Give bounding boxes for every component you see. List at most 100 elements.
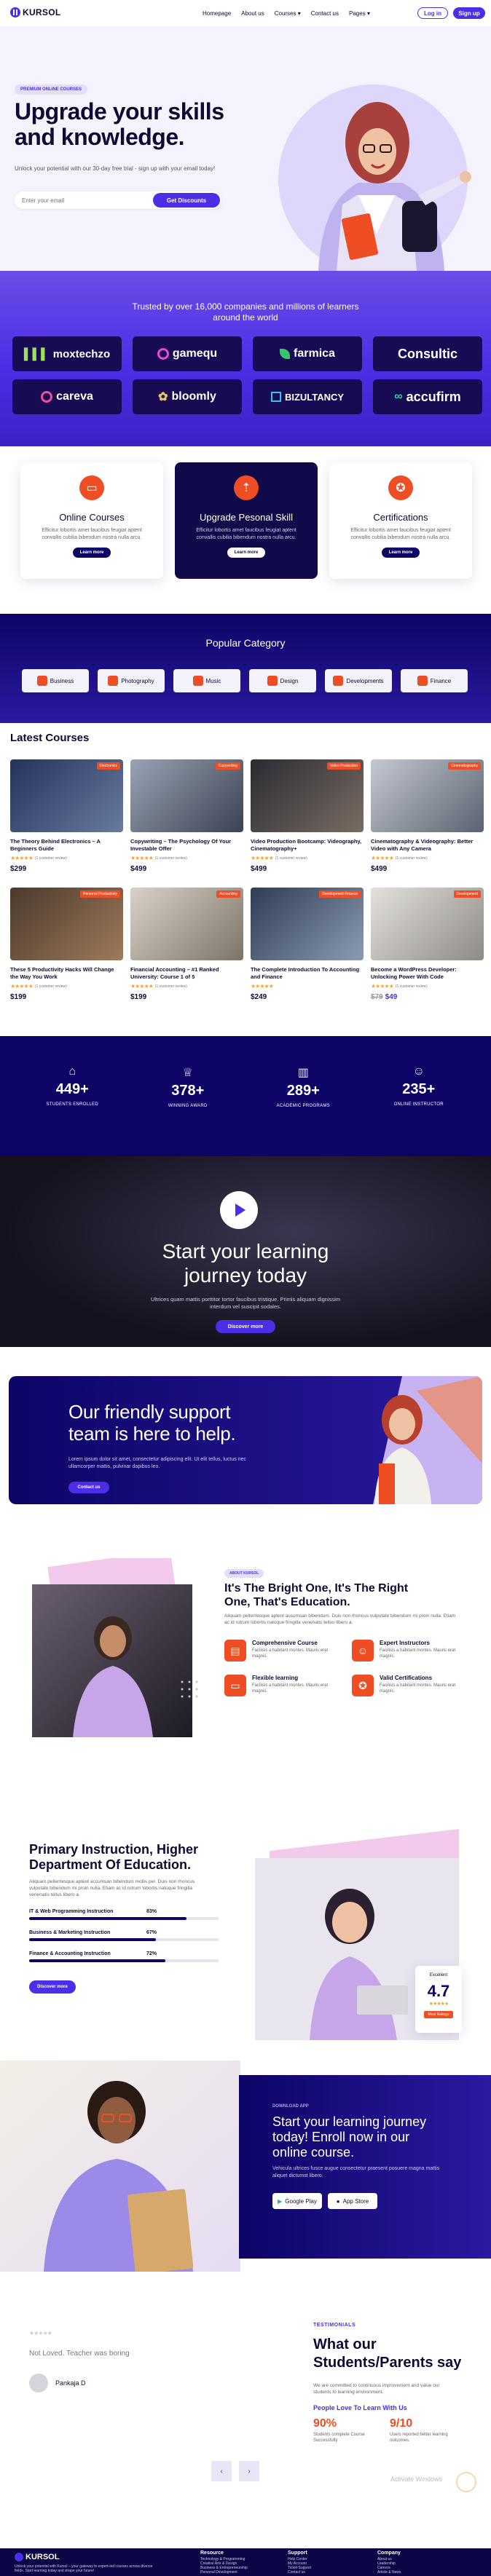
arrow-left-icon: ‹ bbox=[220, 2467, 223, 2476]
email-input[interactable] bbox=[22, 195, 146, 205]
course-old-price: $79 bbox=[371, 993, 383, 1001]
stat-value: 289+ bbox=[286, 1083, 320, 1099]
support-banner: Our friendly support team is here to hel… bbox=[9, 1376, 482, 1504]
course-card[interactable]: Development Become a WordPress Developer… bbox=[371, 888, 484, 1001]
review-count: (1 customer review) bbox=[34, 856, 67, 861]
about-section: ABOUT KURSOL It's The Bright One, It's T… bbox=[0, 1536, 491, 1820]
course-title[interactable]: These 5 Productivity Hacks Will Change t… bbox=[10, 966, 123, 981]
signup-button[interactable]: Sign up bbox=[453, 7, 485, 19]
logo[interactable]: KURSOL bbox=[10, 7, 60, 17]
google-play-button[interactable]: ▶ Google Play bbox=[272, 2193, 322, 2209]
course-card[interactable]: Cinematography Cinematography & Videogra… bbox=[371, 759, 484, 873]
category-music[interactable]: Music bbox=[173, 669, 240, 692]
nav-courses[interactable]: Courses ▾ bbox=[275, 10, 301, 17]
footer-logo[interactable]: KURSOL bbox=[15, 2553, 59, 2561]
testimonial-nav: ‹ › bbox=[211, 2461, 259, 2481]
testimonial-quote: Not Loved. Teacher was boring bbox=[29, 2350, 130, 2358]
support-title: Our friendly support team is here to hel… bbox=[68, 1401, 236, 1445]
code-icon bbox=[333, 676, 344, 686]
app-badge: DOWNLOAD APP bbox=[272, 2104, 309, 2109]
brand-logo-farmica: farmica bbox=[253, 336, 362, 371]
course-card[interactable]: Personal Productivity These 5 Productivi… bbox=[10, 888, 123, 1001]
logo-icon bbox=[15, 2553, 23, 2561]
feature-desc: Efficitur lobortis amet faucibus feugiat… bbox=[350, 528, 451, 540]
course-title[interactable]: Video Production Bootcamp: Videography, … bbox=[251, 838, 364, 853]
progress-fill bbox=[29, 1917, 186, 1920]
learn-more-button[interactable]: Learn more bbox=[227, 548, 266, 558]
main-nav: Homepage About us Courses ▾ Contact us P… bbox=[203, 10, 370, 17]
discover-more-button[interactable]: Discover more bbox=[29, 1980, 76, 1994]
support-section: Our friendly support team is here to hel… bbox=[0, 1347, 491, 1536]
nav-homepage[interactable]: Homepage bbox=[203, 10, 231, 17]
feature-title: Online Courses bbox=[59, 512, 125, 523]
course-card[interactable]: Video Production Video Production Bootca… bbox=[251, 759, 364, 873]
category-business[interactable]: Business bbox=[22, 669, 89, 692]
review-count: (1 customer review) bbox=[34, 984, 67, 989]
category-section: Popular Category Business Photography Mu… bbox=[0, 614, 491, 723]
course-title[interactable]: The Complete Introduction To Accounting … bbox=[251, 966, 364, 981]
course-title[interactable]: Cinematography & Videography: Better Vid… bbox=[371, 838, 484, 853]
category-finance[interactable]: Finance bbox=[401, 669, 468, 692]
app-store-button[interactable]: ● App Store bbox=[328, 2193, 377, 2209]
footer-link[interactable]: Contact us bbox=[288, 2570, 311, 2575]
learn-more-button[interactable]: Learn more bbox=[381, 548, 420, 558]
course-card[interactable]: Copywriting Copywriting – The Psychology… bbox=[130, 759, 243, 873]
footer-link[interactable]: Personal Development bbox=[200, 2570, 248, 2575]
course-card[interactable]: Accounting Financial Accounting – #1 Ran… bbox=[130, 888, 243, 1001]
nav-pages[interactable]: Pages ▾ bbox=[349, 10, 370, 17]
course-tag: Development Finance bbox=[319, 890, 361, 898]
course-title[interactable]: Financial Accounting – #1 Ranked Univers… bbox=[130, 966, 243, 981]
avatar bbox=[29, 2374, 48, 2393]
contact-us-button[interactable]: Contact us bbox=[68, 1482, 109, 1493]
footer-link[interactable]: Article & News bbox=[377, 2570, 401, 2575]
monitor-icon: ▭ bbox=[79, 475, 104, 500]
login-button[interactable]: Log in bbox=[417, 7, 448, 19]
course-card[interactable]: Development Finance The Complete Introdu… bbox=[251, 888, 364, 1001]
trophy-icon: ♕ bbox=[182, 1067, 193, 1079]
nav-about[interactable]: About us bbox=[241, 10, 264, 17]
laptop-icon: ▭ bbox=[224, 1675, 246, 1696]
upgrade-icon: ⇡ bbox=[234, 475, 259, 500]
next-arrow-button[interactable]: › bbox=[239, 2461, 259, 2481]
stat-value: 449+ bbox=[55, 1081, 89, 1097]
music-icon bbox=[192, 676, 203, 686]
app-section: DOWNLOAD APP Start your learning journey… bbox=[0, 2061, 491, 2272]
testimonial-card: ★★★★★ Not Loved. Teacher was boring Pank… bbox=[29, 2330, 197, 2393]
feature-desc: Efficitur lobortis amet faucibus feugiat… bbox=[196, 528, 296, 540]
play-button[interactable] bbox=[220, 1191, 258, 1229]
rating-stars: ★★★★★ bbox=[251, 983, 274, 989]
rating-stars: ★★★★★ bbox=[371, 983, 394, 989]
course-card[interactable]: Electronics The Theory Behind Electronic… bbox=[10, 759, 123, 873]
loop-icon: ∞ bbox=[394, 390, 403, 403]
about-title: It's The Bright One, It's The Right One,… bbox=[224, 1582, 409, 1608]
course-title[interactable]: The Theory Behind Electronics – A Beginn… bbox=[10, 838, 123, 853]
rating-stars: ★★★★★ bbox=[10, 983, 34, 989]
rating-stars: ★★★★★ bbox=[130, 983, 154, 989]
category-developments[interactable]: Developments bbox=[325, 669, 392, 692]
discover-more-button[interactable]: Discover more bbox=[216, 1320, 275, 1333]
review-count: (1 customer review) bbox=[154, 984, 187, 989]
course-thumbnail: Cinematography bbox=[371, 759, 484, 832]
brand-logo-bizultancy: BIZULTANCY bbox=[253, 379, 362, 414]
footer-description: Unlock your potential with Kursol – your… bbox=[15, 2564, 153, 2573]
course-price: $199 bbox=[130, 993, 147, 1001]
prev-arrow-button[interactable]: ‹ bbox=[211, 2461, 232, 2481]
graduation-cap-icon: ⌂ bbox=[68, 1065, 76, 1078]
course-tag: Electronics bbox=[96, 762, 120, 770]
trusted-section: Trusted by over 16,000 companies and mil… bbox=[0, 271, 491, 446]
rating-value: 4.7 bbox=[427, 1982, 450, 2000]
category-photography[interactable]: Photography bbox=[98, 669, 165, 692]
course-title[interactable]: Copywriting – The Psychology Of Your Inv… bbox=[130, 838, 243, 853]
course-title[interactable]: Become a WordPress Developer: Unlocking … bbox=[371, 966, 484, 981]
stat-item: ⌂ 449+ STUDENTS ENROLLED bbox=[15, 1065, 130, 1108]
progress-item: Finance & Accounting Instruction 72% bbox=[29, 1951, 219, 1962]
scroll-to-top-button[interactable] bbox=[456, 2472, 476, 2492]
stat-item: ♕ 378+ WINNING AWARD bbox=[130, 1065, 246, 1108]
nav-contact[interactable]: Contact us bbox=[311, 10, 339, 17]
course-thumbnail: Development bbox=[371, 888, 484, 960]
brand-logo-moxtechzo: ▌▌▌ moxtechzo bbox=[12, 336, 122, 371]
testimonials-title: What our Students/Parents say bbox=[313, 2336, 462, 2371]
category-design[interactable]: Design bbox=[249, 669, 316, 692]
learn-more-button[interactable]: Learn more bbox=[72, 548, 111, 558]
get-discounts-button[interactable]: Get Discounts bbox=[153, 193, 220, 208]
